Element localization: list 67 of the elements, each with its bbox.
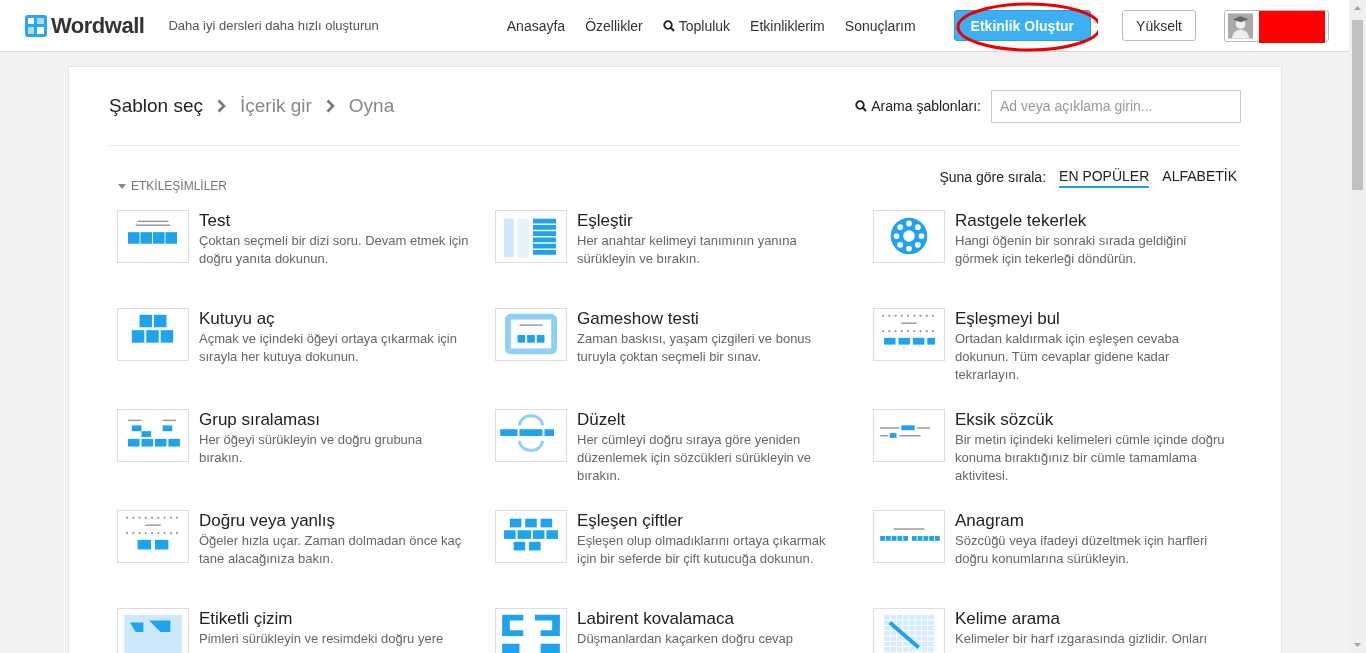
template-description: Açmak ve içindeki öğeyi ortaya çıkarmak için sırayla her kutuya dokunun. — [199, 330, 458, 366]
account-menu[interactable] — [1224, 9, 1329, 42]
template-description: Ortadan kaldırmak için eşleşen cevaba dokunun. Tüm cevaplar gidene kadar tekrarlayın. — [955, 330, 1180, 384]
template-description: Hangi öğenin bir sonraki sırada geldiğini görmek için tekerleği döndürün. — [955, 232, 1188, 268]
template-thumbnail — [873, 210, 945, 263]
search-icon — [855, 100, 868, 112]
template-thumbnail — [495, 308, 567, 361]
template-description: Öğeler hızla uçar. Zaman dolmadan önce kaç tane alacağınıza bakın. — [199, 532, 463, 568]
template-thumbnail — [495, 210, 567, 263]
template-description: Her cümleyi doğru sıraya göre yeniden düzenlemek için sözcükleri sürükleyin ve bırakın. — [577, 431, 813, 485]
template-title[interactable]: Gameshow testi — [577, 308, 847, 330]
template-description: Düşmanlardan kaçarken doğru cevap — [577, 630, 795, 648]
chevron-icon — [325, 99, 335, 113]
template-thumbnail — [873, 510, 945, 563]
template-title[interactable]: Eşleşen çiftler — [577, 510, 847, 532]
upgrade-button[interactable]: Yükselt — [1122, 10, 1196, 41]
template-title[interactable]: Eşleşmeyi bul — [955, 308, 1225, 330]
tagline: Daha iyi dersleri daha hızlı oluşturun — [168, 18, 379, 33]
template-title[interactable]: Grup sıralaması — [199, 409, 469, 431]
template-title[interactable]: Kutuyu aç — [199, 308, 469, 330]
template-thumbnail — [117, 308, 189, 361]
template-title[interactable]: Rastgele tekerlek — [955, 210, 1225, 232]
template-description: Eşleşen olup olmadıklarını ortaya çıkarmak için bir seferde bir çift kutucuğa dokunun. — [577, 532, 827, 568]
breadcrumb-step[interactable]: İçerik gir — [240, 95, 312, 117]
logo-text[interactable]: Wordwall — [51, 12, 145, 39]
template-thumbnail — [117, 510, 189, 563]
template-title[interactable]: Eşleştir — [577, 210, 847, 232]
template-title[interactable]: Etiketli çizim — [199, 608, 469, 630]
template-title[interactable]: Doğru veya yanlış — [199, 510, 469, 532]
template-description: Pimleri sürükleyin ve resimdeki doğru yere — [199, 630, 445, 648]
template-thumbnail — [873, 409, 945, 462]
sort-label: Şuna göre sırala: — [939, 169, 1047, 185]
search-field[interactable]: Ad veya açıklama girin... — [991, 89, 1241, 123]
template-title[interactable]: Test — [199, 210, 469, 232]
template-description: Sözcüğü veya ifadeyi düzeltmek için harfleri doğru konumlarına sürükleyin. — [955, 532, 1209, 568]
nav-link[interactable]: Anasayfa — [506, 17, 566, 34]
template-description: Her öğeyi sürükleyin ve doğru grubuna bırakın. — [199, 431, 424, 467]
avatar-icon — [1228, 12, 1254, 39]
template-title[interactable]: Düzelt — [577, 409, 847, 431]
template-title[interactable]: Kelime arama — [955, 608, 1225, 630]
nav-link[interactable]: Sonuçlarım — [844, 17, 916, 34]
breadcrumb-step[interactable]: Oyna — [348, 95, 395, 117]
template-thumbnail — [873, 308, 945, 361]
template-title[interactable]: Labirent kovalamaca — [577, 608, 847, 630]
template-title[interactable]: Anagram — [955, 510, 1225, 532]
template-description: Her anahtar kelimeyi tanımının yanına sürükleyin ve bırakın. — [577, 232, 798, 268]
template-thumbnail — [495, 409, 567, 462]
template-description: Kelimeler bir harf ızgarasında gizlidir. Onları — [955, 630, 1209, 648]
logo-icon — [25, 14, 47, 37]
template-thumbnail — [495, 510, 567, 563]
nav-link[interactable]: Etkinliklerim — [750, 17, 825, 34]
sort-option[interactable]: EN POPÜLER — [1059, 166, 1150, 188]
template-title[interactable]: Eksik sözcük — [955, 409, 1225, 431]
search-icon — [662, 19, 675, 32]
sort-option[interactable]: ALFABETİK — [1162, 166, 1237, 188]
breadcrumb-step[interactable]: Şablon seç — [109, 95, 203, 117]
search-label: Arama şablonları: — [871, 98, 981, 114]
template-description: Bir metin içindeki kelimeleri cümle içinde doğru konuma bıraktığınız bir cümle tamamlama aktivitesi. — [955, 431, 1225, 485]
nav-link[interactable]: Özellikler — [585, 17, 643, 34]
template-thumbnail — [117, 409, 189, 462]
section-title[interactable]: ETKİLEŞİMLİLER — [131, 179, 228, 193]
caret-down-icon[interactable] — [118, 183, 126, 189]
nav-link[interactable]: Topluluk — [662, 17, 731, 34]
chevron-icon — [217, 99, 226, 113]
template-description: Zaman baskısı, yaşam çizgileri ve bonus turuyla çoktan seçmeli bir sınav. — [577, 330, 813, 366]
template-description: Çoktan seçmeli bir dizi soru. Devam etmek için doğru yanıta dokunun. — [199, 232, 469, 268]
template-thumbnail — [117, 210, 189, 263]
